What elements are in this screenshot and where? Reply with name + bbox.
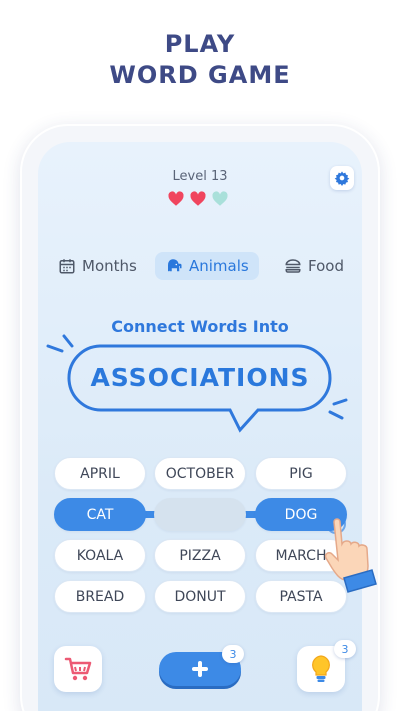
gear-icon: [334, 171, 350, 186]
category-tabs: Months Animals Food: [0, 252, 400, 280]
tab-months[interactable]: Months: [48, 252, 147, 280]
lightbulb-icon: [312, 655, 330, 682]
word-tile[interactable]: PIG: [255, 457, 347, 490]
word-tile[interactable]: PIZZA: [154, 539, 246, 572]
pointer-hand-icon: [324, 514, 377, 593]
hint-count-badge: 3: [334, 640, 356, 658]
settings-button[interactable]: [330, 166, 354, 190]
add-count-badge: 3: [222, 645, 244, 663]
word-tile-empty: [154, 498, 246, 531]
calendar-icon: [59, 259, 75, 274]
tab-label: Months: [82, 257, 137, 275]
shop-button[interactable]: [54, 646, 102, 692]
puzzle-title: ASSOCIATIONS: [90, 363, 310, 392]
promo-title-line2: WORD GAME: [109, 61, 291, 89]
heart-icon: [190, 191, 206, 206]
heart-empty-icon: [212, 191, 228, 206]
word-tile[interactable]: DONUT: [154, 580, 246, 613]
elephant-icon: [167, 259, 182, 272]
tab-food[interactable]: Food: [274, 252, 354, 280]
word-tile[interactable]: BREAD: [54, 580, 146, 613]
word-tile[interactable]: OCTOBER: [154, 457, 246, 490]
cart-icon: [64, 657, 92, 681]
word-tile[interactable]: KOALA: [54, 539, 146, 572]
burger-icon: [285, 259, 301, 273]
tab-label: Animals: [189, 257, 249, 275]
promo-title-line1: PLAY: [164, 30, 236, 58]
tab-animals[interactable]: Animals: [155, 252, 259, 280]
word-tile[interactable]: APRIL: [54, 457, 146, 490]
lives-indicator: [167, 190, 229, 208]
heart-icon: [168, 191, 184, 206]
word-tile-selected[interactable]: CAT: [54, 498, 146, 531]
tab-label: Food: [308, 257, 344, 275]
plus-icon: [192, 661, 208, 677]
